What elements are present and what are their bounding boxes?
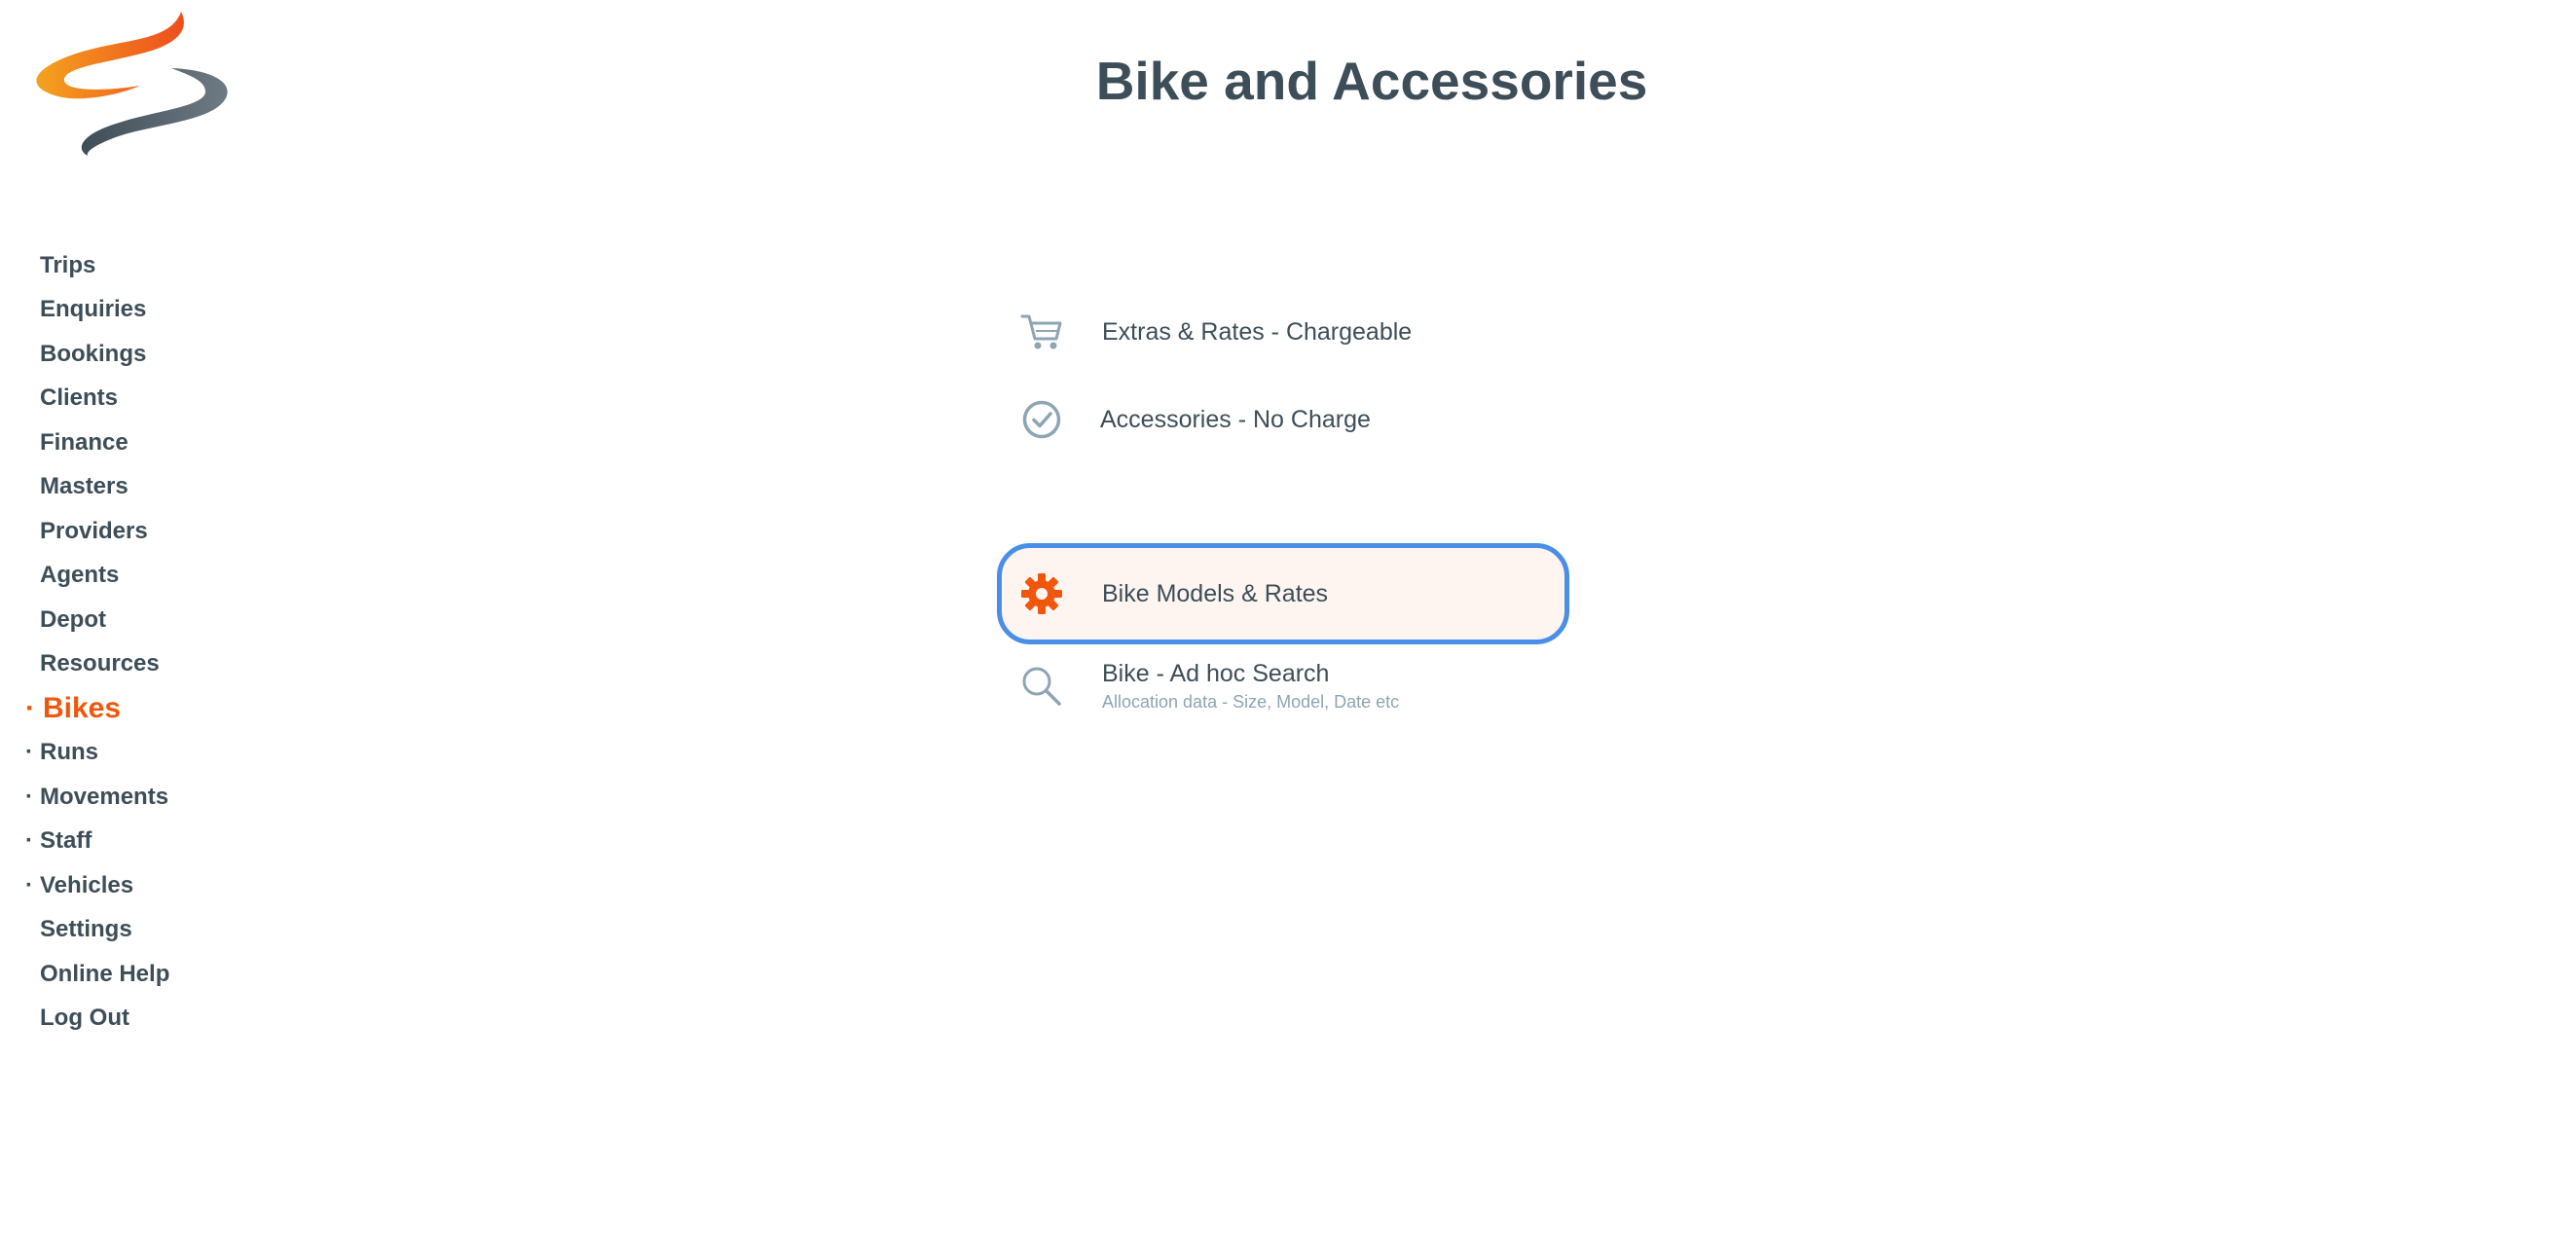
nav-label: Resources <box>40 650 160 677</box>
nav-label: Agents <box>40 562 120 589</box>
nav-item-settings[interactable]: Settings <box>25 908 169 953</box>
gear-icon <box>1018 570 1065 617</box>
menu-item-label: Bike Models & Rates <box>1102 579 1329 607</box>
nav-item-clients[interactable]: Clients <box>25 377 169 421</box>
nav-label: Runs <box>40 739 98 766</box>
page-title: Bike and Accessories <box>1095 51 1648 111</box>
nav-item-bikes[interactable]: · Bikes <box>25 686 169 731</box>
nav-item-log-out[interactable]: Log Out <box>25 997 169 1042</box>
nav-label: Log Out <box>40 1005 129 1032</box>
nav-item-staff[interactable]: · Staff <box>25 820 169 864</box>
nav-label: Movements <box>40 783 169 810</box>
nav-label: Online Help <box>40 960 170 987</box>
nav-label: Finance <box>40 428 129 456</box>
nav-item-agents[interactable]: Agents <box>25 554 169 599</box>
nav-item-trips[interactable]: Trips <box>25 243 169 288</box>
menu-item-bike-adhoc-search[interactable]: Bike - Ad hoc Search Allocation data - S… <box>997 642 1569 730</box>
nav-label: Trips <box>40 251 96 278</box>
menu-item-accessories[interactable]: Accessories - No Charge <box>997 376 1569 463</box>
menu-item-text: Bike Models & Rates <box>1102 580 1328 608</box>
nav-bullet: · <box>25 739 33 766</box>
check-circle-icon <box>1018 396 1065 443</box>
menu-item-text: Accessories - No Charge <box>1100 406 1371 434</box>
nav-label: Clients <box>40 384 119 412</box>
menu-item-text: Bike - Ad hoc Search Allocation data - S… <box>1102 660 1399 713</box>
nav-label: Enquiries <box>40 296 147 323</box>
nav-bullet: · <box>25 827 33 855</box>
nav-item-finance[interactable]: Finance <box>25 421 169 465</box>
nav-label: Bikes <box>43 691 122 724</box>
menu-item-text: Extras & Rates - Chargeable <box>1102 318 1412 347</box>
nav-item-runs[interactable]: · Runs <box>25 731 169 776</box>
nav-item-resources[interactable]: Resources <box>25 642 169 687</box>
nav-item-online-help[interactable]: Online Help <box>25 952 169 997</box>
nav-bullet: · <box>25 871 33 898</box>
menu-item-extras-rates[interactable]: Extras & Rates - Chargeable <box>997 288 1569 376</box>
nav-item-bookings[interactable]: Bookings <box>25 332 169 377</box>
menu-item-label: Bike - Ad hoc Search <box>1102 660 1330 687</box>
menu-item-label: Extras & Rates - Chargeable <box>1102 317 1413 346</box>
menu-item-subtitle: Allocation data - Size, Model, Date etc <box>1102 692 1400 712</box>
nav-label: Settings <box>40 916 132 943</box>
nav-item-vehicles[interactable]: · Vehicles <box>25 863 169 908</box>
nav-item-masters[interactable]: Masters <box>25 465 169 510</box>
menu-item-bike-models-rates[interactable]: Bike Models & Rates <box>997 543 1569 644</box>
sidebar-nav: Trips Enquiries Bookings Clients Finance… <box>25 243 169 1041</box>
nav-bullet: · <box>25 691 35 724</box>
search-icon <box>1018 663 1065 710</box>
nav-bullet: · <box>25 783 33 810</box>
nav-item-enquiries[interactable]: Enquiries <box>25 288 169 333</box>
nav-label: Depot <box>40 605 106 633</box>
cart-icon <box>1018 309 1065 355</box>
nav-label: Masters <box>40 473 129 500</box>
nav-label: Bookings <box>40 340 147 367</box>
nav-label: Providers <box>40 517 148 544</box>
menu-item-label: Accessories - No Charge <box>1100 405 1371 433</box>
nav-item-movements[interactable]: · Movements <box>25 775 169 820</box>
nav-label: Staff <box>40 827 92 855</box>
nav-item-depot[interactable]: Depot <box>25 598 169 642</box>
nav-label: Vehicles <box>40 871 134 898</box>
nav-item-providers[interactable]: Providers <box>25 509 169 554</box>
